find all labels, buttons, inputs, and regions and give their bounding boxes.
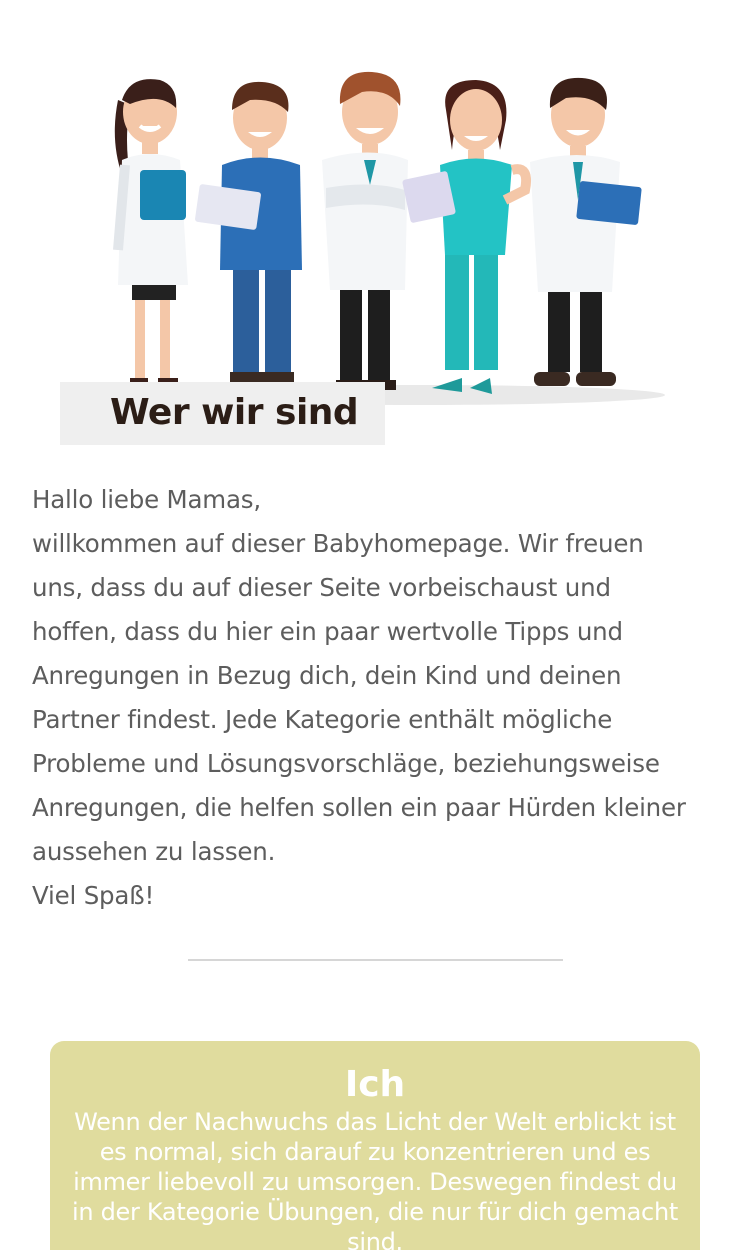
intro-greeting: Hallo liebe Mamas,	[32, 485, 261, 514]
doctor-5-figure	[530, 77, 642, 386]
category-card-ich[interactable]: Ich Wenn der Nachwuchs das Licht der Wel…	[50, 1041, 700, 1250]
doctor-4-figure	[402, 80, 532, 394]
intro-text: Hallo liebe Mamas, willkommen auf dieser…	[32, 478, 697, 918]
category-card-text: Wenn der Nachwuchs das Licht der Welt er…	[72, 1108, 678, 1250]
doctor-3-figure	[322, 71, 408, 390]
intro-closing: Viel Spaß!	[32, 881, 155, 910]
intro-body: willkommen auf dieser Babyhomepage. Wir …	[32, 529, 686, 866]
page-title: Wer wir sind	[110, 392, 359, 433]
doctor-2-figure	[195, 81, 302, 382]
category-card-title: Ich	[344, 1064, 406, 1105]
doctor-1-figure	[113, 79, 188, 384]
divider	[188, 959, 563, 961]
hero-section: Wer wir sind	[0, 0, 750, 460]
section-title-box: Wer wir sind	[60, 382, 385, 445]
